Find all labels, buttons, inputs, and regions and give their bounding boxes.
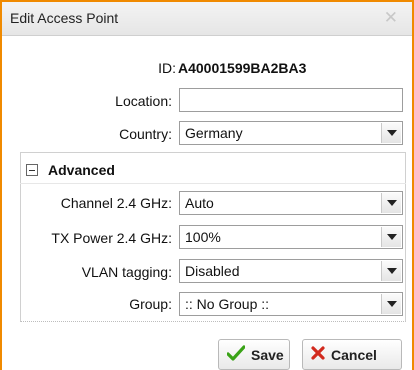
vlan-label: VLAN tagging: (81, 264, 172, 280)
txpower-label: TX Power 2.4 GHz: (51, 230, 172, 246)
save-button-label: Save (251, 346, 284, 363)
collapse-icon[interactable] (26, 164, 38, 176)
close-icon[interactable]: ✕ (384, 8, 398, 28)
chevron-down-icon[interactable] (381, 193, 401, 213)
location-label: Location: (115, 93, 172, 109)
cancel-button[interactable]: Cancel (302, 339, 402, 370)
edit-access-point-dialog: Edit Access Point ✕ ID: A40001599BA2BA3 … (0, 0, 414, 370)
vlan-select-value: Disabled (185, 263, 240, 279)
checkmark-icon (226, 345, 246, 364)
legend-divider (20, 183, 406, 184)
channel-select-value: Auto (185, 195, 214, 211)
country-select-value: Germany (185, 125, 243, 141)
chevron-down-icon[interactable] (381, 227, 401, 247)
chevron-down-icon[interactable] (381, 294, 401, 314)
group-select[interactable]: :: No Group :: (179, 292, 403, 316)
id-label: ID: (158, 60, 176, 76)
txpower-select[interactable]: 100% (179, 225, 403, 249)
location-input[interactable] (179, 88, 403, 112)
x-icon (311, 346, 325, 363)
country-label: Country: (119, 126, 172, 142)
group-label: Group: (129, 296, 172, 312)
country-select[interactable]: Germany (179, 121, 403, 145)
chevron-down-icon[interactable] (381, 123, 401, 143)
txpower-select-value: 100% (185, 229, 221, 245)
dialog-titlebar[interactable]: Edit Access Point ✕ (2, 2, 412, 36)
cancel-button-label: Cancel (331, 346, 377, 363)
advanced-legend-label: Advanced (48, 162, 115, 178)
save-button[interactable]: Save (218, 339, 290, 370)
group-select-value: :: No Group :: (185, 296, 270, 312)
channel-label: Channel 2.4 GHz: (60, 195, 172, 211)
vlan-select[interactable]: Disabled (179, 259, 403, 283)
channel-select[interactable]: Auto (179, 191, 403, 215)
dialog-title: Edit Access Point (10, 10, 119, 26)
id-value: A40001599BA2BA3 (178, 60, 307, 76)
chevron-down-icon[interactable] (381, 261, 401, 281)
advanced-legend[interactable]: Advanced (26, 162, 115, 178)
